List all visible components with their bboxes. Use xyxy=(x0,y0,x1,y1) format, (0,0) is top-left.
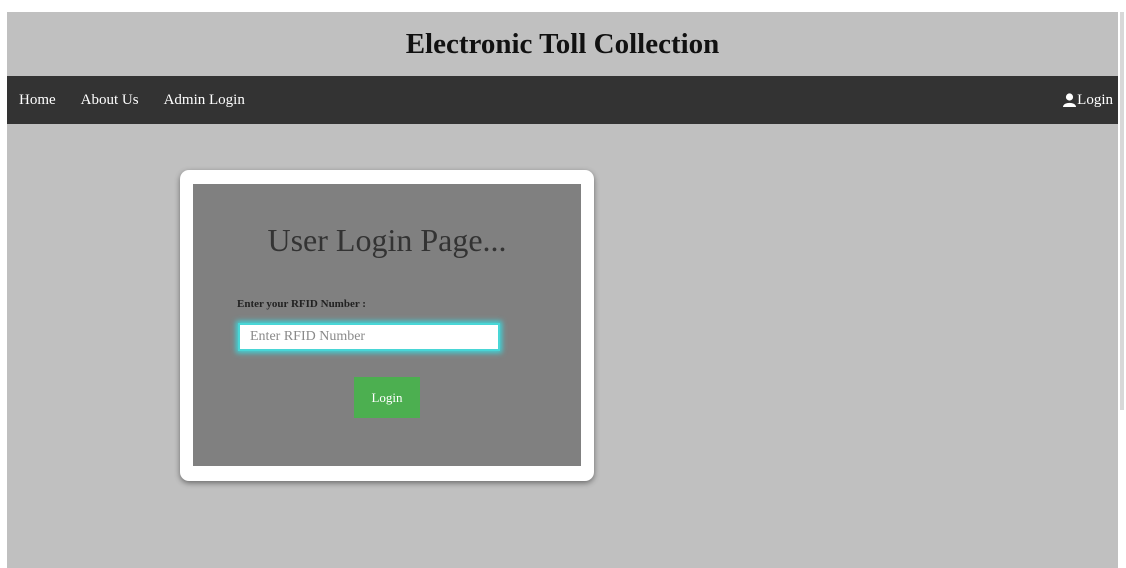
nav-links: Home About Us Admin Login xyxy=(19,76,270,124)
login-card: User Login Page... Enter your RFID Numbe… xyxy=(180,170,594,481)
user-icon xyxy=(1063,93,1077,107)
login-form: User Login Page... Enter your RFID Numbe… xyxy=(193,184,581,466)
nav-login-link[interactable]: Login xyxy=(1063,76,1113,124)
site-header: Electronic Toll Collection xyxy=(7,12,1118,76)
rfid-input[interactable] xyxy=(238,323,500,351)
scrollbar-thumb[interactable] xyxy=(1120,12,1124,410)
page: Electronic Toll Collection Home About Us… xyxy=(7,12,1118,568)
rfid-label: Enter your RFID Number : xyxy=(237,298,366,310)
scrollbar[interactable] xyxy=(1118,12,1126,568)
login-title: User Login Page... xyxy=(267,222,507,258)
nav-item-about-us[interactable]: About Us xyxy=(81,92,139,109)
navbar: Home About Us Admin Login Login xyxy=(7,76,1118,124)
site-title: Electronic Toll Collection xyxy=(405,27,720,60)
login-button[interactable]: Login xyxy=(354,377,420,418)
nav-login-label: Login xyxy=(1077,91,1113,108)
nav-item-home[interactable]: Home xyxy=(19,92,56,109)
nav-item-admin-login[interactable]: Admin Login xyxy=(164,92,245,109)
